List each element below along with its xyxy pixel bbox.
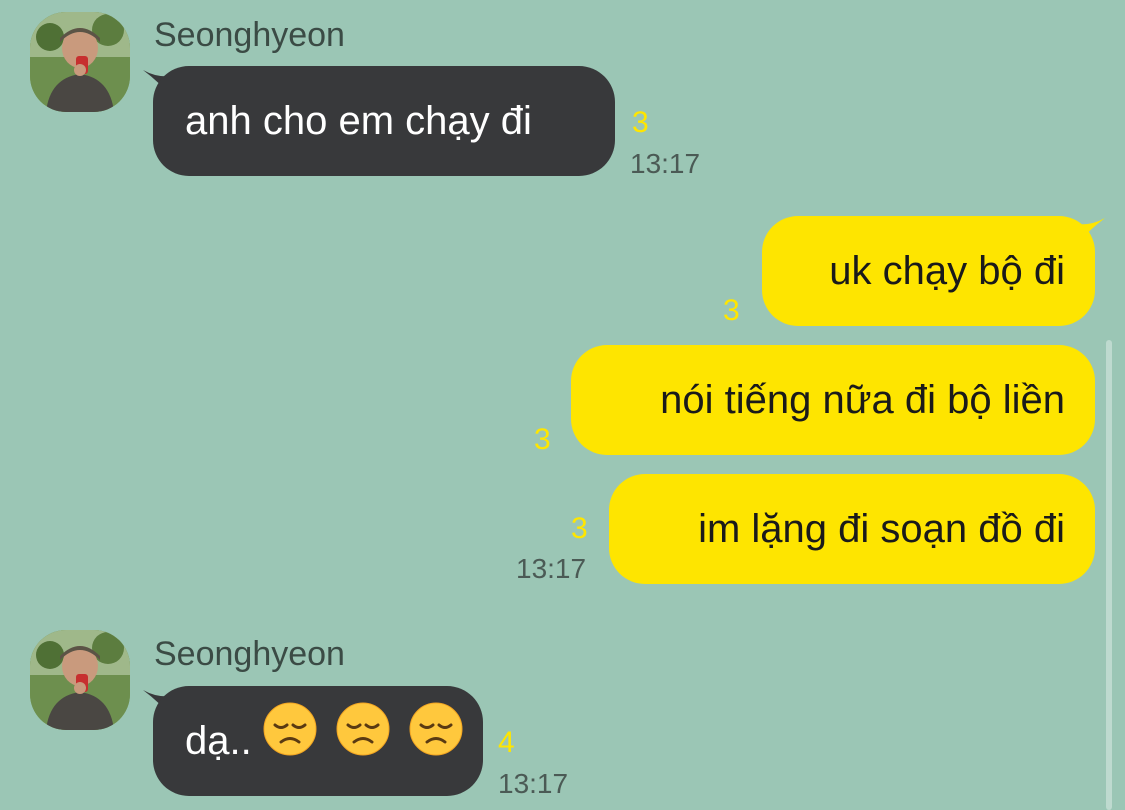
unread-count: 3 [723,294,740,327]
message-time: 13:17 [516,553,587,584]
message-bubble-sent[interactable]: nói tiếng nữa đi bộ liền [571,345,1095,455]
message-time: 13:17 [630,148,701,179]
disappointed-face-icon [409,688,463,798]
message-text: uk chạy bộ đi [829,249,1065,293]
bubble-tail [1075,218,1105,246]
sender-avatar[interactable] [30,12,130,112]
message-bubble-sent[interactable]: uk chạy bộ đi [762,216,1095,326]
unread-count: 3 [571,512,588,545]
sender-name: Seonghyeon [154,635,345,673]
scrollbar[interactable] [1106,340,1112,810]
message-text: dạ.. [185,719,252,763]
message-bubble-received[interactable]: dạ.. [153,686,483,796]
message-bubble-sent[interactable]: im lặng đi soạn đồ đi [609,474,1095,584]
unread-count: 3 [632,106,649,139]
message-text: nói tiếng nữa đi bộ liền [660,378,1065,422]
message-bubble-received[interactable]: anh cho em chạy đi [153,66,615,176]
message-time: 13:17 [498,768,569,799]
disappointed-face-icon [263,688,317,798]
unread-count: 4 [498,726,515,759]
disappointed-face-icon [336,688,390,798]
message-text: im lặng đi soạn đồ đi [698,507,1065,551]
message-text: anh cho em chạy đi [185,99,532,143]
sender-name: Seonghyeon [154,16,345,54]
sender-avatar[interactable] [30,630,130,730]
unread-count: 3 [534,423,551,456]
